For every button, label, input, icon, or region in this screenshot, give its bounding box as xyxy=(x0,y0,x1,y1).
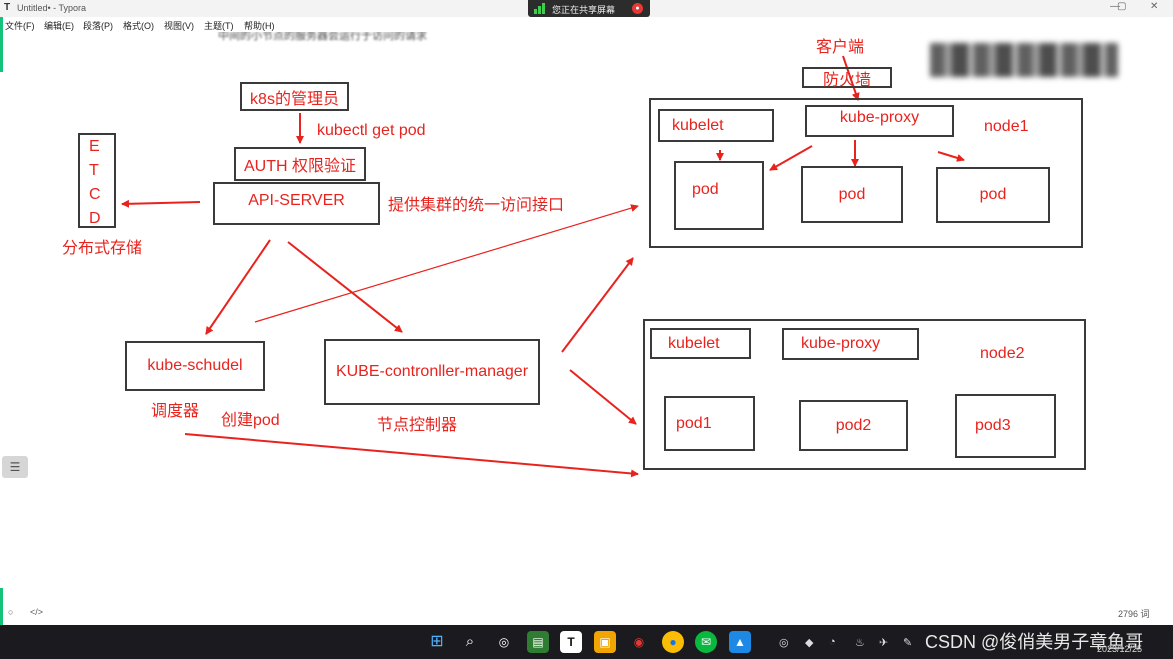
node2-kubelet-label: kubelet xyxy=(668,334,720,352)
firewall-label: 防火墙 xyxy=(822,71,871,89)
outline-toggle-icon[interactable]: ☰ xyxy=(2,456,28,478)
api-server-label: API-SERVER xyxy=(248,191,345,209)
auth-label: AUTH 权限验证 xyxy=(243,158,356,175)
arrow-controller-to-node2 xyxy=(569,369,637,425)
arrow-api-to-etcd xyxy=(121,199,201,208)
tray-icon[interactable]: ◔ xyxy=(829,636,836,648)
node2-pod3-box: pod3 xyxy=(955,394,1056,458)
scheduler-box: kube-schudel xyxy=(125,341,265,391)
node2-proxy-label: kube-proxy xyxy=(801,335,881,352)
tray-icon[interactable]: ✈ xyxy=(879,636,888,649)
node2-pod1-box: pod1 xyxy=(664,396,755,451)
files-icon[interactable]: ▣ xyxy=(594,631,616,653)
screen-share-banner: 您正在共享屏幕 ● xyxy=(528,0,650,17)
create-pod-label: 创建pod xyxy=(221,412,280,429)
node1-pod-label: pod xyxy=(979,186,1007,203)
notepad-icon[interactable]: ▤ xyxy=(527,631,549,653)
firewall-box: 防火墙 xyxy=(802,67,892,89)
meeting-icon[interactable]: ▲ xyxy=(729,631,751,653)
close-button[interactable]: ✕ xyxy=(1150,1,1158,12)
menu-format[interactable]: 格式(O) xyxy=(123,19,154,32)
etcd-desc-label: 分布式存储 xyxy=(62,240,143,257)
windows-icon[interactable]: ⊞ xyxy=(426,631,448,653)
search-icon[interactable]: ⌕ xyxy=(459,631,481,653)
typora-app-icon: T xyxy=(4,2,11,13)
scheduler-label: kube-schudel xyxy=(147,357,243,374)
status-bar: ○ </> 2796 词 xyxy=(0,604,1173,624)
date-text[interactable]: 2023/12/25 xyxy=(1097,644,1142,654)
node1-proxy-label: kube-proxy xyxy=(839,109,920,126)
auth-box: AUTH 权限验证 xyxy=(234,147,366,181)
node2-kubelet-box: kubelet xyxy=(650,328,751,359)
arrow-api-to-controller xyxy=(287,241,403,333)
etcd-letter: C xyxy=(89,186,101,203)
node1-kubelet-box: kubelet xyxy=(658,109,774,142)
api-desc-label: 提供集群的统一访问接口 xyxy=(388,197,565,214)
node1-pod-box: pod xyxy=(674,161,764,230)
tray-icon[interactable]: ✎ xyxy=(903,636,912,649)
arrow-create-pod-to-node2 xyxy=(184,433,639,478)
api-server-box: API-SERVER xyxy=(213,182,380,225)
stop-share-icon[interactable]: ● xyxy=(632,3,643,14)
tray-icon[interactable]: ◆ xyxy=(805,636,813,649)
chrome-icon[interactable]: ● xyxy=(662,631,684,653)
arrow-controller-to-node1 xyxy=(561,257,634,353)
node2-pod1-label: pod1 xyxy=(676,414,712,432)
node1-pod-box: pod xyxy=(936,167,1050,223)
controller-box: KUBE-contronller-manager xyxy=(324,339,540,405)
node2-pod3-label: pod3 xyxy=(975,417,1011,434)
tray-icon[interactable]: ◎ xyxy=(779,636,789,649)
node1-kubelet-label: kubelet xyxy=(672,116,724,134)
client-label: 客户端 xyxy=(816,39,865,56)
menu-theme[interactable]: 主题(T) xyxy=(204,19,234,32)
menu-help[interactable]: 帮助(H) xyxy=(244,19,275,32)
widgets-icon[interactable]: ◎ xyxy=(493,631,515,653)
wechat-icon[interactable]: ✉ xyxy=(695,631,717,653)
share-status-text: 您正在共享屏幕 xyxy=(552,5,616,15)
etcd-letter: E xyxy=(89,138,100,155)
admin-box: k8s的管理员 xyxy=(240,82,349,111)
menu-file[interactable]: 文件(F) xyxy=(5,19,35,32)
tray-icon[interactable]: ♨ xyxy=(855,636,865,649)
node1-pod-label: pod xyxy=(838,185,866,203)
etcd-letter: T xyxy=(89,162,99,179)
node1-pod-box: pod xyxy=(801,166,903,223)
etcd-box: E T C D xyxy=(78,133,116,228)
etcd-letter: D xyxy=(89,210,101,227)
node2-pod2-box: pod2 xyxy=(799,400,908,451)
sidebar-toggle-icon[interactable]: ○ xyxy=(8,607,13,617)
admin-label: k8s的管理员 xyxy=(250,90,339,108)
menu-paragraph[interactable]: 段落(P) xyxy=(83,19,113,32)
taskbar: ⊞ ⌕ ◎ ▤ T ▣ ◉ ● ✉ ▲ ◎ ◆ ◔ ♨ ✈ ✎ CSDN @俊俏… xyxy=(0,625,1173,659)
signal-icon xyxy=(534,3,545,14)
source-mode-icon[interactable]: </> xyxy=(30,607,43,617)
menu-edit[interactable]: 编辑(E) xyxy=(44,19,74,32)
scheduler-desc-label: 调度器 xyxy=(151,403,200,420)
node2-proxy-box: kube-proxy xyxy=(782,328,919,360)
maximize-button[interactable]: ▢ xyxy=(1117,1,1126,12)
node1-pod-label: pod xyxy=(692,181,719,198)
controller-desc-label: 节点控制器 xyxy=(377,417,458,434)
node2-label: node2 xyxy=(980,345,1025,362)
kubectl-label: kubectl get pod xyxy=(317,122,426,139)
menu-bar: 文件(F) 编辑(E) 段落(P) 格式(O) 视图(V) 主题(T) 帮助(H… xyxy=(0,17,1173,32)
window-title: Untitled• - Typora xyxy=(17,3,87,13)
music-icon[interactable]: ◉ xyxy=(628,631,650,653)
word-count[interactable]: 2796 词 xyxy=(1118,607,1150,620)
node2-pod2-label: pod2 xyxy=(835,416,872,434)
typora-icon[interactable]: T xyxy=(560,631,582,653)
controller-label: KUBE-contronller-manager xyxy=(335,363,529,380)
menu-view[interactable]: 视图(V) xyxy=(164,19,194,32)
node1-proxy-box: kube-proxy xyxy=(805,105,954,137)
node1-label: node1 xyxy=(984,118,1029,135)
document-area[interactable]: 中间的小节点的服务器会运行于访问的请求 客户端 防火墙 k8s的管理员 kube… xyxy=(0,32,1173,625)
